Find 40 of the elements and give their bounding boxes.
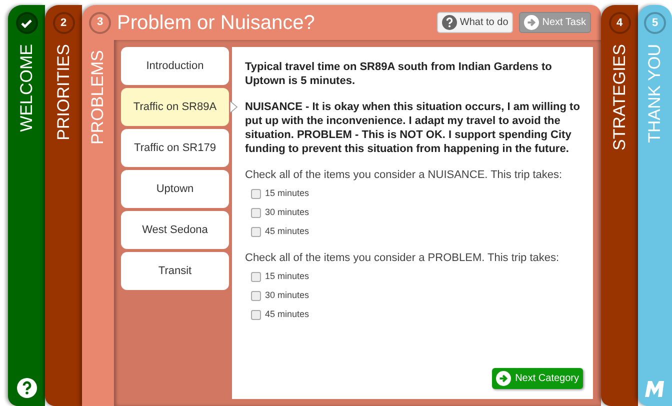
option-label: 45 minutes <box>265 225 310 238</box>
step-label[interactable]: PRIORITIES <box>50 44 76 140</box>
checkbox[interactable] <box>251 189 261 199</box>
category-tab[interactable]: Uptown <box>121 170 229 208</box>
category-tab[interactable]: Introduction <box>121 47 229 85</box>
checkbox[interactable] <box>251 310 261 320</box>
question-prompt: Check all of the items you consider a NUISANCE. This trip takes: <box>245 168 564 182</box>
logo-icon <box>644 378 666 398</box>
step-tab[interactable]: 4 STRATEGIES <box>601 5 638 406</box>
step-label[interactable]: STRATEGIES <box>606 44 632 150</box>
arrow-right-icon <box>496 371 512 386</box>
checkbox[interactable] <box>251 272 261 282</box>
help-button[interactable]: What to do <box>436 12 514 33</box>
option-label: 45 minutes <box>265 308 310 322</box>
step-number-badge: 4 <box>608 12 630 34</box>
option-label: 30 minutes <box>265 289 310 302</box>
checkbox[interactable] <box>251 227 261 237</box>
check-icon <box>21 18 32 28</box>
question-icon <box>442 15 457 30</box>
question-prompt: Check all of the items you consider a PROBLEM. This trip takes: <box>245 251 560 265</box>
page-title: Problem or Nuisance? <box>117 10 315 36</box>
help-icon[interactable] <box>16 378 36 398</box>
checkbox[interactable] <box>251 291 261 301</box>
step-number-badge: 5 <box>644 12 666 34</box>
category-tab[interactable]: West Sedona <box>121 211 229 249</box>
category-tab[interactable]: Transit <box>121 252 229 290</box>
step-label[interactable]: WELCOME <box>14 44 40 132</box>
intro-text: Typical travel time on SR89A south from Indian Gardens to Uptown is 5 minutes. <box>245 60 553 88</box>
next-category-button[interactable]: Next Category <box>492 368 583 389</box>
arrow-right-icon <box>524 15 540 30</box>
option-label: 15 minutes <box>265 187 310 200</box>
option-label: 15 minutes <box>265 270 310 284</box>
category-tab[interactable]: Traffic on SR179 <box>121 129 229 167</box>
step-tab[interactable]: WELCOME <box>8 5 45 406</box>
step-tab[interactable]: 2 PRIORITIES <box>45 5 82 406</box>
checkbox[interactable] <box>251 208 261 218</box>
step-number-badge: 2 <box>52 12 74 34</box>
step-number-badge: 3 <box>89 12 111 34</box>
option-label: 30 minutes <box>265 206 310 220</box>
definition-text: NUISANCE - It is okay when this situation occurs, I am willing to put up with the inconvenience. I adapt my travel to avoid the situation. PROBLEM - This is NOT OK. I support spending City funding to prevent this situation from happening in the future. <box>245 100 581 156</box>
